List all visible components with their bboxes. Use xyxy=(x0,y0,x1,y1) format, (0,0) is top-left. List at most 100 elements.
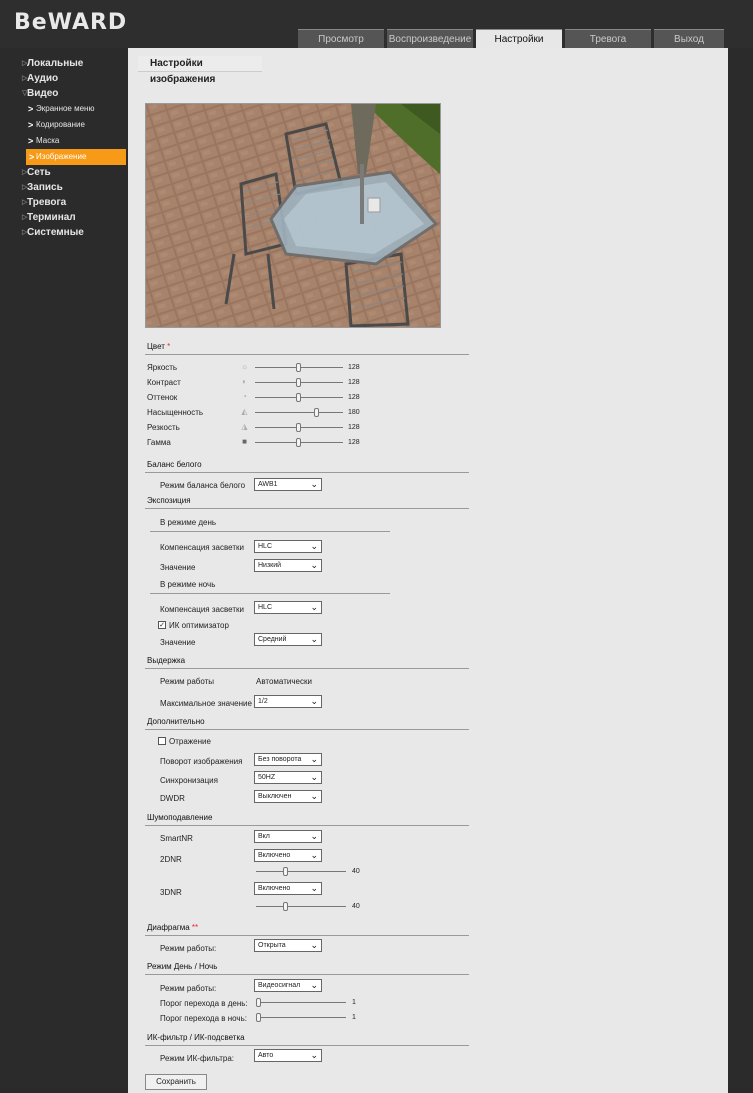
brightness-label: Яркость xyxy=(147,363,178,372)
brightness-slider[interactable] xyxy=(255,363,343,372)
wb-mode-label: Режим баланса белого xyxy=(160,481,246,490)
chevron-right-icon: ▷ xyxy=(22,229,28,236)
dnr3-select[interactable]: Включено ⌄ xyxy=(254,882,322,895)
to-day-label: Порог перехода в день: xyxy=(160,999,248,1008)
sidebar-item-image[interactable]: > Изображение xyxy=(26,149,126,165)
sidebar-item-record[interactable]: ▷ Запись xyxy=(0,180,128,195)
sidebar-item-local[interactable]: ▷ Локальные xyxy=(0,56,128,71)
divider xyxy=(145,668,469,669)
sidebar-item-terminal[interactable]: ▷ Терминал xyxy=(0,210,128,225)
chevron-down-icon: ⌄ xyxy=(310,541,318,551)
day-comp-label: Компенсация засветки xyxy=(160,543,244,552)
sidebar-item-encoding[interactable]: > Кодирование xyxy=(0,117,128,133)
hue-label: Оттенок xyxy=(147,393,178,402)
chevron-down-icon: ⌄ xyxy=(310,1050,318,1060)
tab-alarm[interactable]: Тревога xyxy=(565,29,651,48)
chevron-right-icon: ▷ xyxy=(22,75,28,82)
hue-value: 128 xyxy=(348,394,360,401)
chevron-down-icon: ⌄ xyxy=(310,940,318,950)
sidebar-item-osd[interactable]: > Экранное меню xyxy=(0,101,128,117)
sync-label: Синхронизация xyxy=(160,776,218,785)
chevron-down-icon: ⌄ xyxy=(310,754,318,764)
saturation-icon: ◭ xyxy=(241,407,248,416)
iris-section: Диафрагма ** xyxy=(147,923,199,932)
tab-view[interactable]: Просмотр xyxy=(298,29,384,48)
shutter-mode-value: Автоматически xyxy=(256,677,312,686)
dnr3-label: 3DNR xyxy=(160,888,182,897)
divider xyxy=(145,729,469,730)
iris-mode-label: Режим работы: xyxy=(160,944,217,953)
rotate-label: Поворот изображения xyxy=(160,757,243,766)
daynight-mode-select[interactable]: Видеосигнал ⌄ xyxy=(254,979,322,992)
night-value-label: Значение xyxy=(160,638,196,647)
ir-optimizer-checkbox[interactable]: ✓ xyxy=(158,621,166,629)
tab-settings[interactable]: Настройки xyxy=(476,29,562,48)
chevron-down-icon: ▽ xyxy=(22,90,28,97)
divider xyxy=(145,825,469,826)
save-button[interactable]: Сохранить xyxy=(145,1074,207,1090)
dnr2-label: 2DNR xyxy=(160,855,182,864)
exposure-section: Экспозиция xyxy=(147,496,191,505)
mirror-checkbox[interactable] xyxy=(158,737,166,745)
rotate-select[interactable]: Без поворота ⌄ xyxy=(254,753,322,766)
dnr2-select[interactable]: Включено ⌄ xyxy=(254,849,322,862)
hue-slider[interactable] xyxy=(255,393,343,402)
tab-playback[interactable]: Воспроизведение xyxy=(387,29,473,48)
day-value-select[interactable]: Низкий ⌄ xyxy=(254,559,322,572)
dnr2-value: 40 xyxy=(352,868,360,875)
sidebar-item-video[interactable]: ▽ Видео xyxy=(0,86,128,101)
to-night-slider[interactable] xyxy=(256,1013,346,1022)
to-day-slider[interactable] xyxy=(256,998,346,1007)
to-night-label: Порог перехода в ночь: xyxy=(160,1014,247,1023)
saturation-slider[interactable] xyxy=(255,408,343,417)
header-bar: BeWARD Просмотр Воспроизведение Настройк… xyxy=(0,0,753,48)
sidebar-item-system[interactable]: ▷ Системные xyxy=(0,225,128,240)
gamma-slider[interactable] xyxy=(255,438,343,447)
tab-exit[interactable]: Выход xyxy=(654,29,724,48)
right-strip xyxy=(728,48,753,1093)
chevron-down-icon: ⌄ xyxy=(310,850,318,860)
bullet-icon: > xyxy=(29,152,35,162)
divider xyxy=(145,472,469,473)
night-value-select[interactable]: Средний ⌄ xyxy=(254,633,322,646)
night-comp-select[interactable]: HLC ⌄ xyxy=(254,601,322,614)
sidebar-item-audio[interactable]: ▷ Аудио xyxy=(0,71,128,86)
camera-preview-image xyxy=(146,104,440,327)
sharpness-slider[interactable] xyxy=(255,423,343,432)
smartnr-select[interactable]: Вкл ⌄ xyxy=(254,830,322,843)
ircut-mode-label: Режим ИК-фильтра: xyxy=(160,1054,235,1063)
mirror-label: Отражение xyxy=(169,737,211,746)
day-mode-title: В режиме день xyxy=(160,518,217,527)
shutter-section: Выдержка xyxy=(147,656,186,665)
bullet-icon: > xyxy=(28,104,34,114)
chevron-right-icon: ▷ xyxy=(22,60,28,67)
dnr3-slider[interactable] xyxy=(256,902,346,911)
shutter-max-label: Максимальное значение xyxy=(160,699,252,708)
saturation-label: Насыщенность xyxy=(147,408,204,417)
day-comp-select[interactable]: HLC ⌄ xyxy=(254,540,322,553)
gamma-value: 128 xyxy=(348,439,360,446)
color-section-title: Цвет * xyxy=(147,342,171,351)
iris-mode-select[interactable]: Открыта ⌄ xyxy=(254,939,322,952)
divider xyxy=(150,531,390,532)
dnr3-value: 40 xyxy=(352,903,360,910)
shutter-max-select[interactable]: 1/2 ⌄ xyxy=(254,695,322,708)
bullet-icon: > xyxy=(28,136,34,146)
hue-icon: ◔ xyxy=(242,392,247,401)
sidebar-item-network[interactable]: ▷ Сеть xyxy=(0,165,128,180)
divider xyxy=(150,593,390,594)
brightness-icon: ☼ xyxy=(240,362,249,371)
sidebar-item-alarm[interactable]: ▷ Тревога xyxy=(0,195,128,210)
dwdr-select[interactable]: Выключен ⌄ xyxy=(254,790,322,803)
wb-mode-select[interactable]: AWB1 ⌄ xyxy=(254,478,322,491)
ircut-mode-select[interactable]: Авто ⌄ xyxy=(254,1049,322,1062)
dnr2-slider[interactable] xyxy=(256,867,346,876)
smartnr-label: SmartNR xyxy=(160,834,193,843)
sidebar-item-mask[interactable]: > Маска xyxy=(0,133,128,149)
contrast-slider[interactable] xyxy=(255,378,343,387)
chevron-down-icon: ⌄ xyxy=(310,634,318,644)
white-balance-section: Баланс белого xyxy=(147,460,202,469)
contrast-value: 128 xyxy=(348,379,360,386)
beward-logo: BeWARD xyxy=(14,10,128,35)
sync-select[interactable]: 50HZ ⌄ xyxy=(254,771,322,784)
